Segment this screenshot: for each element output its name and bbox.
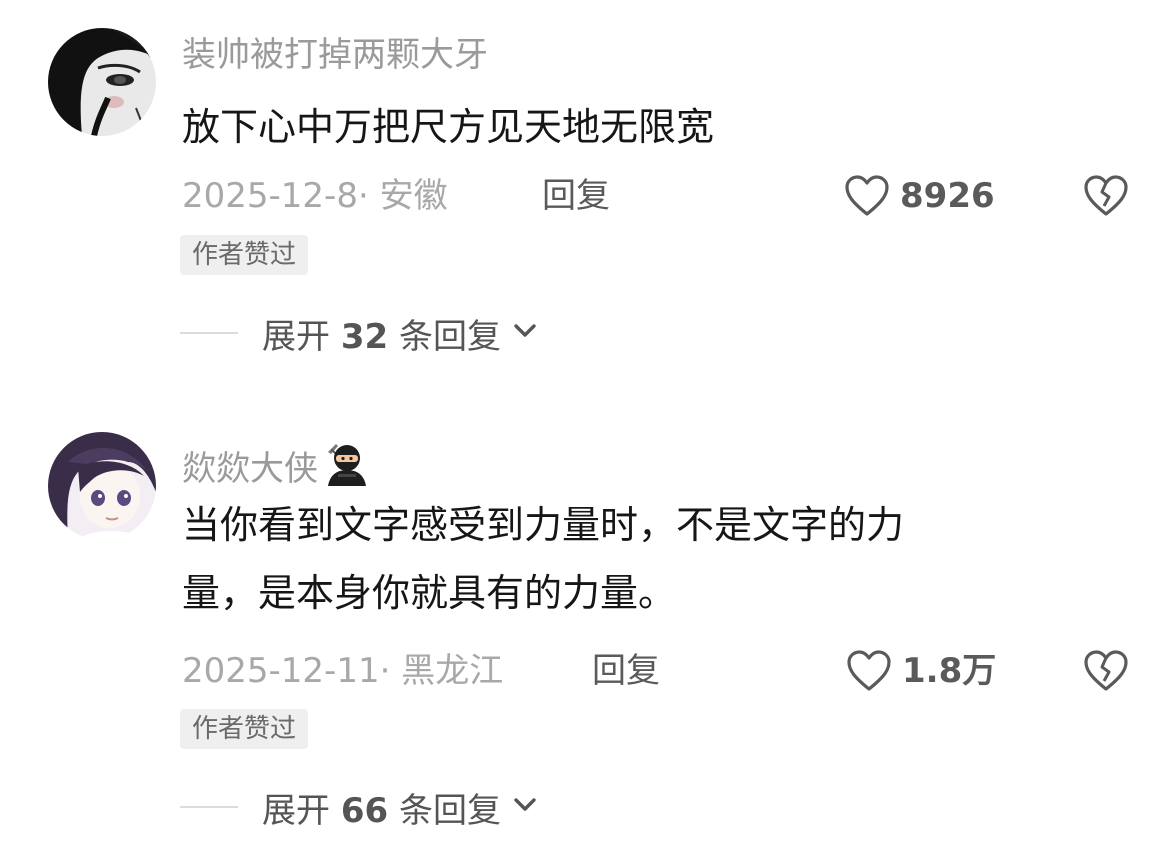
comment-text: 当你看到文字感受到力量时，不是文字的力 量，是本身你就具有的力量。 bbox=[182, 491, 1082, 627]
heart-outline-icon bbox=[847, 650, 891, 691]
comment-date-location: 2025-12-11· 黑龙江 bbox=[182, 651, 504, 691]
author-liked-badge: 作者赞过 bbox=[180, 235, 309, 275]
heart-outline-icon bbox=[845, 175, 889, 216]
comment-text-line: 量，是本身你就具有的力量。 bbox=[182, 571, 677, 615]
broken-heart-icon bbox=[1084, 650, 1128, 691]
avatar[interactable] bbox=[48, 432, 156, 540]
avatar[interactable] bbox=[48, 28, 156, 136]
like-button[interactable]: 8926 bbox=[844, 173, 995, 219]
comment-meta-row: 2025-12-8· 安徽 回复 8926 bbox=[182, 173, 1130, 223]
expand-replies-label: 展开 66 条回复 bbox=[262, 790, 501, 831]
reply-button[interactable]: 回复 bbox=[542, 179, 610, 213]
manga-girl-dark-avatar-icon bbox=[48, 28, 156, 136]
dislike-button[interactable] bbox=[1082, 173, 1130, 223]
expand-replies-button[interactable]: 展开 66 条回复 bbox=[180, 782, 537, 832]
chevron-down-icon bbox=[513, 797, 537, 817]
expand-replies-button[interactable]: 展开 32 条回复 bbox=[180, 308, 537, 358]
comment-date-location: 2025-12-8· 安徽 bbox=[182, 176, 448, 216]
comment-meta-row: 2025-12-11· 黑龙江 回复 1.8万 bbox=[182, 648, 1130, 698]
comment-text: 放下心中万把尺方见天地无限宽 bbox=[182, 105, 715, 149]
broken-heart-icon bbox=[1084, 175, 1128, 216]
anime-girl-purple-hair-avatar-icon bbox=[48, 432, 156, 540]
ninja-emoji-icon bbox=[322, 440, 368, 492]
like-count: 8926 bbox=[900, 176, 995, 216]
comment-text-line: 当你看到文字感受到力量时，不是文字的力 bbox=[182, 503, 905, 547]
expand-replies-label: 展开 32 条回复 bbox=[262, 316, 501, 357]
username[interactable]: 装帅被打掉两颗大牙 bbox=[182, 38, 488, 72]
like-button[interactable]: 1.8万 bbox=[846, 648, 996, 694]
chevron-down-icon bbox=[513, 323, 537, 343]
dislike-button[interactable] bbox=[1082, 648, 1130, 698]
author-liked-badge: 作者赞过 bbox=[180, 709, 309, 749]
divider-line bbox=[180, 806, 238, 808]
reply-button[interactable]: 回复 bbox=[592, 654, 660, 688]
divider-line bbox=[180, 332, 238, 334]
like-count: 1.8万 bbox=[902, 651, 997, 691]
username[interactable]: 欻欻大侠 bbox=[182, 440, 368, 492]
